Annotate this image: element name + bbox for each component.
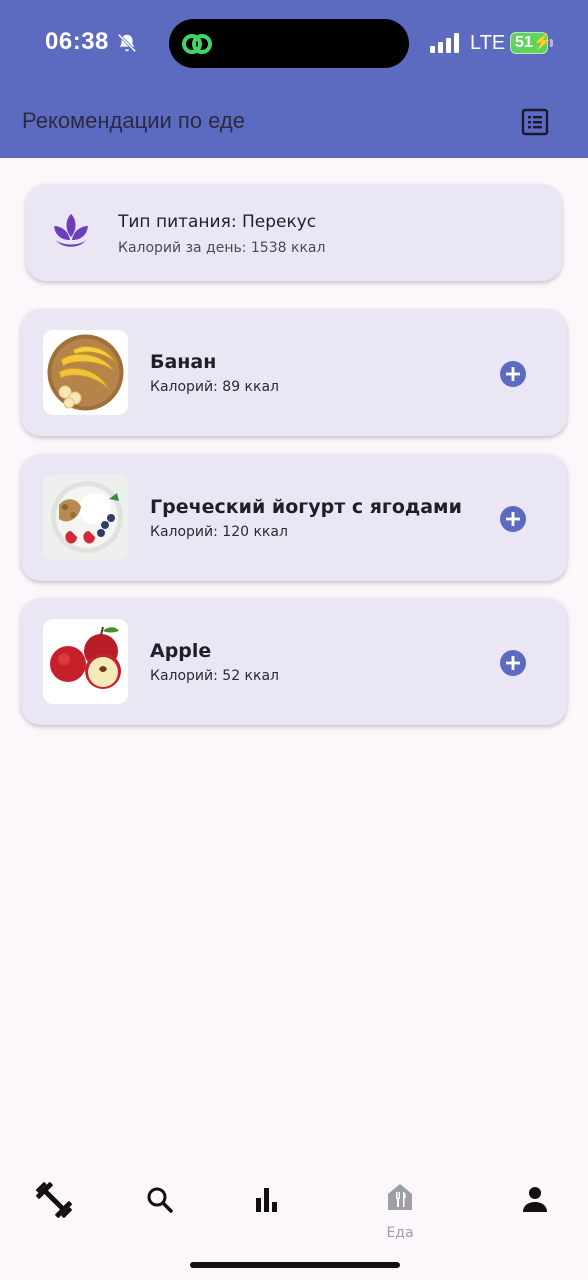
food-name: Греческий йогурт с ягодами <box>150 496 462 518</box>
nav-item-workout[interactable] <box>24 1180 84 1240</box>
daily-calories: Калорий за день: 1538 ккал <box>118 240 326 256</box>
link-rings-icon <box>182 34 212 54</box>
food-calories: Калорий: 120 ккал <box>150 524 288 540</box>
nav-label-food: Еда <box>386 1225 414 1241</box>
nav-item-stats[interactable] <box>237 1180 297 1240</box>
food-card-greek-yogurt[interactable]: Греческий йогурт с ягодами Калорий: 120 … <box>21 454 567 581</box>
bell-muted-icon <box>117 33 137 53</box>
meal-type: Тип питания: Перекус <box>118 212 317 232</box>
search-icon <box>147 1187 173 1213</box>
food-calories: Калорий: 52 ккал <box>150 668 279 684</box>
food-card-banana[interactable]: Банан Калорий: 89 ккал <box>21 309 567 436</box>
app-bar: 06:38 LTE 51⚡ Рекомендации по еде <box>0 0 588 158</box>
status-time: 06:38 <box>45 28 109 55</box>
food-name: Банан <box>150 351 217 373</box>
list-view-icon[interactable] <box>520 107 550 137</box>
food-name: Apple <box>150 640 212 662</box>
bar-chart-icon <box>256 1188 277 1212</box>
signal-icon <box>430 33 459 53</box>
add-circle-icon[interactable] <box>499 505 527 533</box>
battery-cap <box>550 39 553 47</box>
add-circle-icon[interactable] <box>499 360 527 388</box>
dumbbell-icon <box>36 1182 72 1218</box>
food-card-apple[interactable]: Apple Калорий: 52 ккал <box>21 598 567 725</box>
home-indicator <box>190 1262 400 1268</box>
restaurant-icon <box>388 1184 412 1210</box>
food-calories: Калорий: 89 ккал <box>150 379 279 395</box>
page-title: Рекомендации по еде <box>22 108 246 133</box>
network-type: LTE <box>470 32 506 54</box>
lotus-icon <box>54 214 88 247</box>
dynamic-island <box>169 19 409 68</box>
battery-icon: 51⚡ <box>510 32 553 54</box>
food-image-apple <box>43 619 128 704</box>
nav-item-search[interactable] <box>130 1180 190 1240</box>
food-image-banana <box>43 330 128 415</box>
nav-item-food[interactable]: Еда <box>370 1180 430 1241</box>
meal-summary-card: Тип питания: Перекус Калорий за день: 15… <box>26 184 562 281</box>
add-circle-icon[interactable] <box>499 649 527 677</box>
battery-level: 51 <box>515 34 533 51</box>
food-image-yogurt <box>43 475 128 560</box>
person-icon <box>523 1187 547 1212</box>
nav-item-profile[interactable] <box>505 1180 565 1240</box>
